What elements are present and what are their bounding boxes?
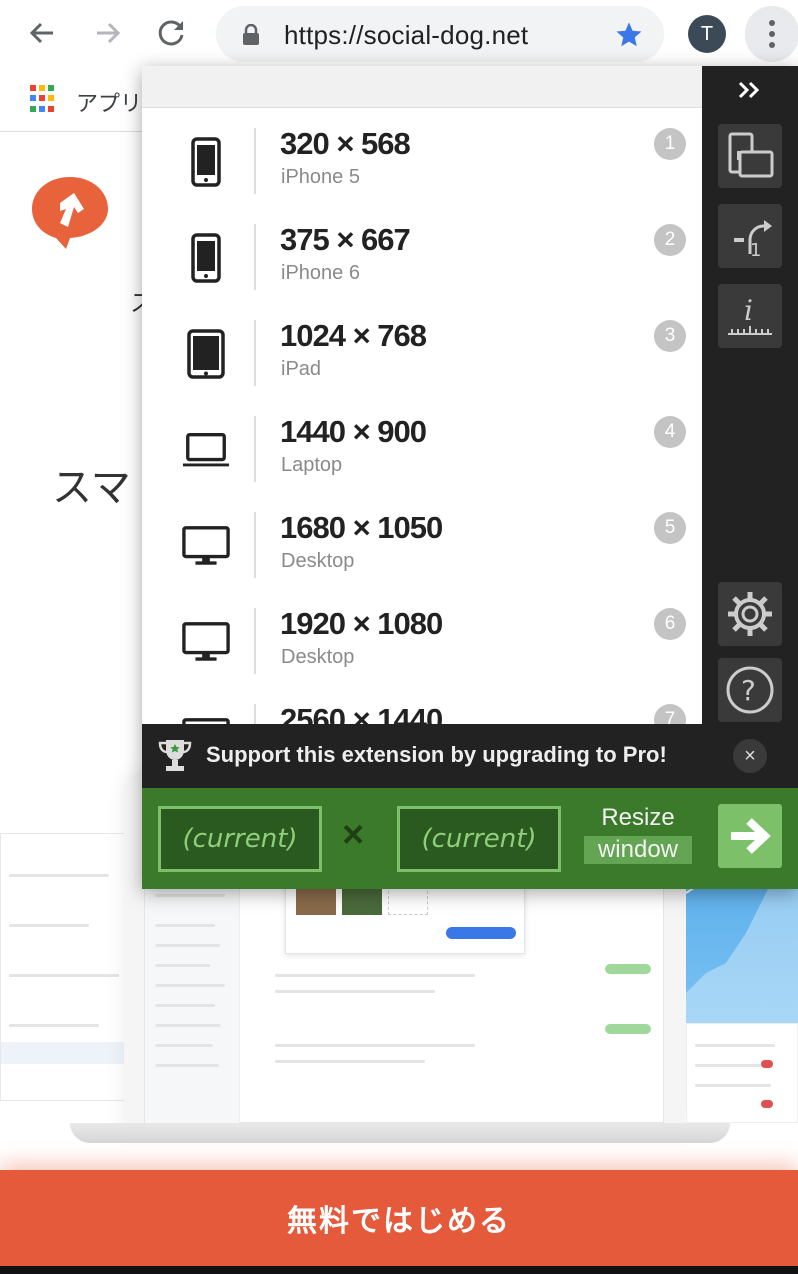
preset-shortcut-badge: 4 <box>654 416 686 448</box>
preset-device-name: iPhone 5 <box>281 166 360 188</box>
help-button[interactable]: ? <box>718 658 782 722</box>
preset-device-name: Desktop <box>281 646 355 668</box>
preset-shortcut-badge: 3 <box>654 320 686 352</box>
phone-icon <box>182 233 230 283</box>
preset-device-name: iPad <box>281 358 322 380</box>
preset-shortcut-badge: 6 <box>654 608 686 640</box>
preset-dimensions: 1680 × 1050 <box>280 510 443 545</box>
height-input[interactable]: (current) <box>397 806 561 872</box>
apps-grid-icon[interactable] <box>30 85 58 113</box>
preset-device-name: iPhone 6 <box>281 262 360 284</box>
times-symbol: × <box>342 814 365 856</box>
width-input[interactable]: (current) <box>158 806 322 872</box>
preset-dimensions: 1920 × 1080 <box>280 606 443 641</box>
desktop-icon <box>182 714 230 724</box>
expand-button[interactable] <box>730 76 770 104</box>
upgrade-banner[interactable]: Support this extension by upgrading to P… <box>142 724 798 788</box>
preset-shortcut-badge: 1 <box>654 128 686 160</box>
laptop-base <box>70 1123 730 1143</box>
preset-device-name: Desktop <box>281 550 355 572</box>
forward-arrow-icon <box>97 22 121 44</box>
browser-toolbar: https://social-dog.net T <box>0 0 798 70</box>
desktop-icon <box>182 618 230 666</box>
preset-dimensions: 375 × 667 <box>280 222 411 257</box>
close-banner-button[interactable]: × <box>733 739 767 773</box>
preset-shortcut-badge: 7 <box>654 704 686 724</box>
preset-list: 320 × 568 iPhone 5 1 375 × 667 iPhone 6 2 1024… <box>142 108 702 724</box>
preset-item[interactable]: 375 × 667 iPhone 6 2 <box>142 210 702 306</box>
desktop-icon <box>182 522 230 570</box>
back-button[interactable] <box>22 13 62 53</box>
preset-device-name: Laptop <box>281 454 343 476</box>
apply-resize-button[interactable] <box>718 804 782 868</box>
preset-item[interactable]: 2560 × 1440 7 <box>142 690 702 724</box>
arrow-right-icon <box>731 818 771 854</box>
reload-icon <box>158 20 184 46</box>
socialdog-logo-icon <box>32 177 108 249</box>
window-resizer-popup: 320 × 568 iPhone 5 1 375 × 667 iPhone 6 2 1024… <box>142 66 798 889</box>
tablet-icon <box>182 329 230 379</box>
popup-sidebar: 1 i ? <box>702 66 798 724</box>
phone-icon <box>182 137 230 187</box>
start-free-button[interactable]: 無料ではじめる <box>0 1170 798 1266</box>
apps-label[interactable]: アプリ <box>76 86 142 118</box>
profile-avatar[interactable]: T <box>688 15 726 53</box>
resize-window-label: Resize window <box>582 804 694 864</box>
preset-dimensions: 320 × 568 <box>280 126 411 161</box>
preset-item[interactable]: 1440 × 900 Laptop 4 <box>142 402 702 498</box>
reload-button[interactable] <box>152 13 192 53</box>
ruler-info-icon: i <box>728 294 772 335</box>
double-chevron-right-icon <box>738 81 760 99</box>
preset-item[interactable]: 320 × 568 iPhone 5 1 <box>142 114 702 210</box>
browser-menu-button[interactable] <box>745 6 798 62</box>
upgrade-text: Support this extension by upgrading to P… <box>206 742 667 767</box>
app-preview-left <box>0 833 127 1101</box>
actions-preview <box>686 1023 798 1123</box>
preset-item[interactable]: 1024 × 768 iPad 3 <box>142 306 702 402</box>
rotate-window-button[interactable]: 1 <box>718 204 782 268</box>
preset-item[interactable]: 1680 × 1050 Desktop 5 <box>142 498 702 594</box>
laptop-icon <box>182 426 230 474</box>
devices-icon <box>728 132 774 178</box>
curved-arrow-icon: 1 <box>734 220 772 261</box>
preset-dimensions: 2560 × 1440 <box>280 702 443 724</box>
hero-heading: スマ <box>52 466 131 510</box>
lock-icon <box>243 24 259 45</box>
back-arrow-icon <box>29 22 53 44</box>
preset-dimensions: 1024 × 768 <box>280 318 427 353</box>
question-mark-icon: ? <box>726 666 774 714</box>
gear-icon <box>728 592 772 636</box>
popup-header <box>142 66 702 108</box>
preset-item[interactable]: 1920 × 1080 Desktop 6 <box>142 594 702 690</box>
svg-text:i: i <box>744 294 753 327</box>
viewport-info-button[interactable]: i <box>718 284 782 348</box>
forward-button[interactable] <box>88 13 128 53</box>
trophy-icon <box>158 740 192 771</box>
settings-button[interactable] <box>718 582 782 646</box>
custom-resize-bar: (current) × (current) Resize window <box>142 788 798 889</box>
svg-text:1: 1 <box>750 240 761 261</box>
preset-dimensions: 1440 × 900 <box>280 414 427 449</box>
preset-shortcut-badge: 5 <box>654 512 686 544</box>
address-bar[interactable]: https://social-dog.net <box>216 6 664 62</box>
bookmark-star-icon[interactable] <box>614 20 644 50</box>
resize-viewport-button[interactable] <box>718 124 782 188</box>
svg-text:?: ? <box>741 674 756 707</box>
url-text: https://social-dog.net <box>284 20 529 50</box>
preset-shortcut-badge: 2 <box>654 224 686 256</box>
